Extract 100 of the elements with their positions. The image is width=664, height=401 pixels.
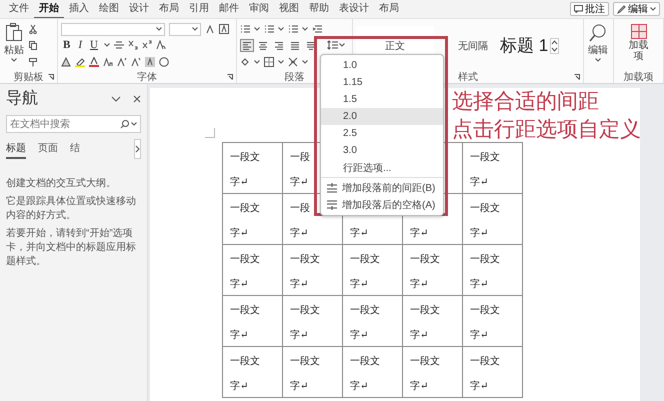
ribbon-tab[interactable]: 布局 [374, 0, 404, 19]
clear-format-button[interactable] [219, 24, 229, 34]
caret-icon[interactable] [278, 60, 284, 64]
menu-item[interactable]: 2.5 [321, 125, 443, 142]
format-painter-button[interactable] [28, 56, 38, 67]
character-shading-button[interactable] [145, 56, 155, 67]
ribbon-tab[interactable]: 引用 [184, 0, 214, 19]
comments-button[interactable]: 批注 [570, 2, 609, 16]
menu-item[interactable]: 1.15 [321, 74, 443, 91]
scroll-right-button[interactable] [134, 139, 141, 159]
align-button[interactable] [240, 38, 254, 52]
ribbon-tab[interactable]: 邮件 [214, 0, 244, 19]
space-before-icon [325, 182, 339, 192]
format-button[interactable]: U [88, 39, 100, 52]
menu-item[interactable]: 2.0 [321, 108, 443, 125]
help-text: 若要开始，请转到“开始”选项卡，并向文档中的标题应用标题样式。 [6, 227, 137, 269]
enclose-character-button[interactable] [159, 56, 169, 67]
grow-size-button[interactable] [117, 56, 127, 67]
text-style-icon [156, 40, 166, 50]
change-case-button[interactable] [103, 56, 113, 67]
dialog-launcher-icon[interactable] [227, 74, 233, 80]
ribbon-tab[interactable]: 帮助 [304, 0, 334, 19]
highlighter-button[interactable] [75, 56, 85, 67]
grid-icon [630, 24, 646, 39]
ribbon-tab[interactable]: 设计 [124, 0, 154, 19]
caret-icon[interactable] [595, 58, 601, 62]
align-icon [290, 40, 300, 50]
collapse-icon[interactable] [111, 96, 121, 102]
group-label: 剪贴板 [14, 70, 44, 84]
caret-icon[interactable] [302, 60, 308, 64]
strikethrough-button[interactable] [114, 40, 124, 50]
ribbon-tab[interactable]: 插入 [64, 0, 94, 19]
caret-icon[interactable] [254, 27, 260, 32]
format-painter-icon [28, 56, 38, 67]
ribbon-tab[interactable]: 绘图 [94, 0, 124, 19]
borders-icon [264, 56, 274, 67]
text-style-button[interactable] [156, 40, 166, 50]
numbering-button[interactable] [264, 24, 274, 34]
table-cell: 一段文 字↵ [222, 296, 282, 346]
copy-button[interactable] [28, 40, 38, 50]
paste-button[interactable]: 粘贴 [3, 21, 25, 70]
font-color-button[interactable] [89, 56, 99, 67]
ribbon-tab[interactable]: 表设计 [334, 0, 374, 19]
subscript-button[interactable] [128, 40, 138, 50]
group-label: 加载项 [624, 70, 654, 84]
expand-gallery-icon[interactable] [551, 46, 558, 52]
shading-button[interactable] [240, 56, 250, 67]
scroll-up-icon[interactable] [551, 38, 558, 46]
asian-layout-button[interactable] [288, 56, 298, 67]
ribbon-tab[interactable]: 文件 [4, 0, 34, 19]
subscript-icon [128, 40, 138, 50]
table-cell: 一段文 字↵ [222, 194, 282, 244]
menu-item[interactable]: 1.5 [321, 91, 443, 108]
table-cell: 一段文 字↵ [222, 346, 282, 398]
find-button[interactable]: 编辑 [587, 23, 609, 70]
multilevel-list-button[interactable] [288, 24, 298, 34]
superscript-button[interactable] [142, 40, 152, 50]
caret-icon[interactable] [302, 27, 308, 32]
caret-icon[interactable] [254, 60, 260, 64]
format-button[interactable]: I [76, 39, 84, 52]
style-item[interactable]: 无间隔 [448, 26, 498, 66]
pane-tab[interactable]: 标题 [6, 139, 26, 159]
pen-icon [617, 4, 626, 14]
asian-layout-icon [288, 56, 298, 67]
caret-icon[interactable] [11, 58, 17, 62]
ribbon-tab[interactable]: 审阅 [244, 0, 274, 19]
crop-mark-icon [205, 128, 215, 138]
cut-icon [28, 24, 38, 34]
shrink-size-button[interactable] [131, 56, 141, 67]
pane-tab[interactable]: 结 [70, 139, 80, 159]
caret-icon[interactable] [104, 43, 110, 48]
cut-button[interactable] [28, 24, 38, 34]
grow-font-button[interactable] [205, 24, 215, 34]
add-ins-button[interactable]: 加载项 [626, 23, 650, 70]
table-cell: 一段文 字↵ [402, 296, 462, 346]
indent-button[interactable] [312, 24, 322, 34]
highlighter-icon [75, 56, 85, 67]
ribbon-tab[interactable]: 视图 [274, 0, 304, 19]
bullets-button[interactable] [240, 24, 250, 34]
line-spacing-button[interactable] [326, 40, 346, 50]
text-effects-button[interactable] [61, 56, 71, 67]
caret-icon[interactable] [339, 43, 345, 48]
table-cell: 一段文 字↵ [342, 244, 402, 296]
format-button[interactable]: B [61, 39, 72, 52]
table-cell: 一段文 字↵ [462, 244, 522, 296]
caret-icon[interactable] [278, 27, 284, 32]
ribbon-tab[interactable]: 布局 [154, 0, 184, 19]
caret-icon[interactable] [192, 27, 198, 32]
pane-tab[interactable]: 页面 [38, 139, 58, 159]
caret-icon[interactable] [156, 27, 162, 32]
dialog-launcher-icon[interactable] [48, 74, 54, 80]
align-icon [306, 40, 316, 50]
dialog-launcher-icon[interactable] [574, 74, 580, 80]
close-icon[interactable] [133, 94, 141, 102]
editing-button[interactable]: 编辑 [613, 2, 660, 16]
caret-icon[interactable] [650, 7, 656, 11]
style-item[interactable]: 标题 1 [498, 26, 550, 66]
borders-button[interactable] [264, 56, 274, 67]
table-cell: 一段文 字↵ [462, 194, 522, 244]
table-cell: 一段文 字↵ [342, 296, 402, 346]
